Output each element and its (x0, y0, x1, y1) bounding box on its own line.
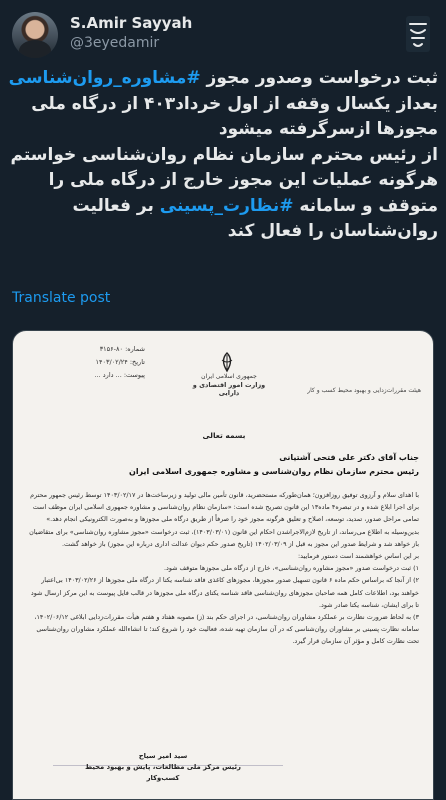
letterhead-line-2: وزارت امور اقتصادی و دارایی (192, 381, 266, 397)
addressee-title: رئیس محترم سازمان نظام روان‌شناسی و مشاو… (128, 467, 419, 476)
signer-title: رئیس مرکز ملی مطالعات، پایش و بهبود محیط… (85, 763, 241, 782)
letter-paragraph: ۲) از آنجا که براساس حکم ماده ۶ قانون تس… (30, 576, 419, 609)
tweet-header: S.Amir Sayyah @3eyedamir (0, 0, 446, 64)
document-date: تاریخ: ۱۴۰۳/۰۲/۲۴ (95, 358, 145, 366)
addressee-name: جناب آقای دکتر علی فتحی آشتیانی (279, 453, 419, 462)
document-number: شماره: ۸۰-۳۱۵۶ (99, 345, 145, 353)
ministry-letterhead: جمهوری اسلامی ایران وزارت امور اقتصادی و… (189, 373, 269, 397)
document-page: شماره: ۸۰-۳۱۵۶ تاریخ: ۱۴۰۳/۰۲/۲۴ پیوست: … (13, 331, 433, 799)
letter-paragraph: ۱) ثبت درخواست صدور «مجوز مشاوره روان‌شن… (163, 564, 419, 573)
document-meta: شماره: ۸۰-۳۱۵۶ تاریخ: ۱۴۰۳/۰۲/۲۴ پیوست: … (25, 343, 145, 382)
tweet-line-2: بعداز یکسال وقفه از اول خرداد۴۰۳ از درگا… (31, 93, 438, 140)
letter-body: با اهدای سلام و آرزوی توفیق روزافزون؛ هم… (27, 489, 419, 648)
bismillah: بسمه تعالی (202, 431, 246, 440)
letterhead-line-1: جمهوری اسلامی ایران (201, 373, 257, 380)
mashregh-logo-icon (406, 16, 430, 52)
iran-emblem-icon (221, 352, 233, 373)
signer-name: سید امیر سیاح (138, 752, 188, 760)
author-avatar[interactable] (12, 12, 58, 58)
letter-paragraph: بدین‌وسیله به اطلاع می‌رساند، از تاریخ ل… (29, 527, 419, 548)
hashtag-link[interactable]: #نظارت_پسینی (160, 196, 294, 216)
council-caption: هیئت مقررات‌زدایی و بهبود محیط کسب و کار (307, 387, 421, 394)
tweet-line-1: ثبت درخواست وصدور مجوز #مشاوره_روان‌شناس… (8, 68, 438, 88)
hashtag-link[interactable]: #مشاوره_روان‌شناسی (9, 68, 201, 88)
letter-paragraph: با اهدای سلام و آرزوی توفیق روزافزون؛ هم… (30, 491, 419, 524)
document-attachment: پیوست: ... دارد ... (94, 371, 145, 379)
translate-post-link[interactable]: Translate post (12, 290, 110, 306)
letter-paragraph: ۳) به لحاظ ضرورت نظارت بر عملکرد مشاوران… (34, 613, 419, 646)
attached-document-image[interactable]: شماره: ۸۰-۳۱۵۶ تاریخ: ۱۴۰۳/۰۲/۲۴ پیوست: … (12, 330, 434, 800)
author-name[interactable]: S.Amir Sayyah (70, 14, 192, 32)
tweet-line-3: از رئیس محترم سازمان نظام روان‌شناسی خوا… (10, 144, 438, 242)
author-handle[interactable]: @3eyedamir (70, 35, 159, 51)
letter-signature: سید امیر سیاح رئیس مرکز ملی مطالعات، پای… (73, 751, 253, 784)
letter-paragraph: بر این اساس خواهشمند است دستور فرمایید: (298, 552, 419, 561)
letter-addressee: جناب آقای دکتر علی فتحی آشتیانی رئیس محت… (27, 451, 419, 479)
tweet-text: ثبت درخواست وصدور مجوز #مشاوره_روان‌شناس… (6, 66, 438, 245)
